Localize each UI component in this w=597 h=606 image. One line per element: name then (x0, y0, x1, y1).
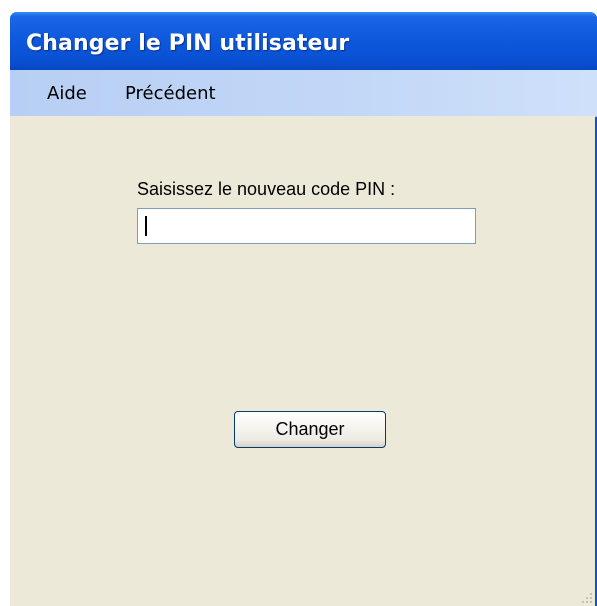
pin-input[interactable] (137, 208, 476, 244)
title-bar[interactable]: Changer le PIN utilisateur (10, 12, 597, 70)
menu-item-aide[interactable]: Aide (47, 83, 87, 104)
text-cursor (145, 216, 147, 236)
pin-label: Saisissez le nouveau code PIN : (137, 179, 396, 199)
app-window: Changer le PIN utilisateur Aide Précéden… (10, 12, 597, 606)
menu-bar: Aide Précédent (10, 70, 597, 117)
window-title: Changer le PIN utilisateur (26, 31, 350, 56)
dialog-content: Saisissez le nouveau code PIN : Changer (10, 116, 595, 606)
change-button[interactable]: Changer (234, 411, 386, 448)
resize-grip-icon[interactable] (580, 591, 592, 603)
menu-item-precedent[interactable]: Précédent (125, 83, 216, 104)
